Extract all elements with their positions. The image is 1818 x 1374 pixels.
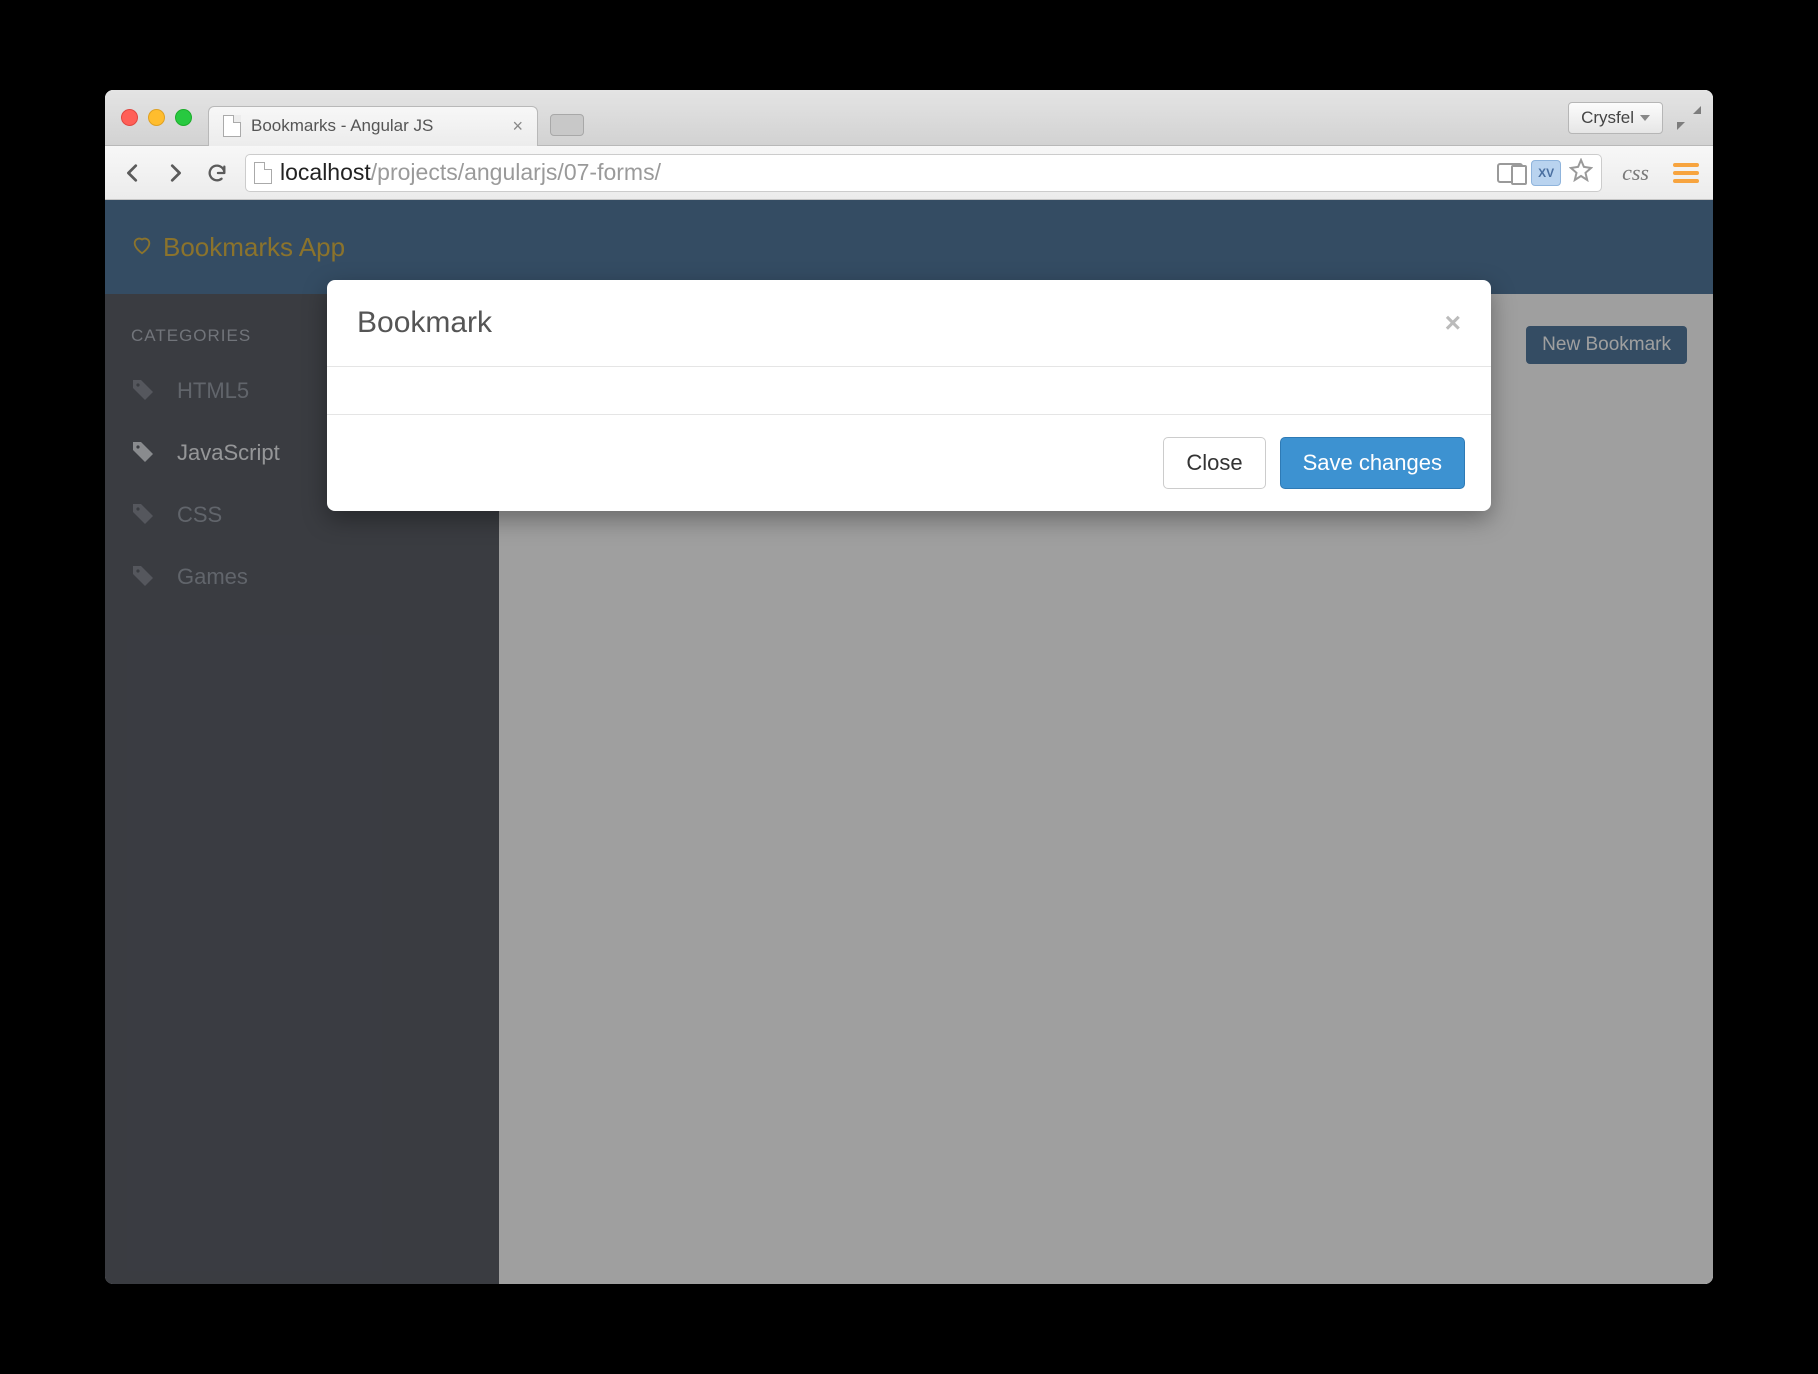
tab-title: Bookmarks - Angular JS <box>251 116 433 136</box>
extension-badge[interactable]: XV <box>1531 160 1561 186</box>
browser-window: Bookmarks - Angular JS × Crysfel localho… <box>105 90 1713 1284</box>
close-icon[interactable]: × <box>1445 307 1461 339</box>
window-controls <box>121 109 192 126</box>
modal-title: Bookmark <box>357 306 492 340</box>
css-extension-icon[interactable]: css <box>1622 160 1649 186</box>
close-tab-icon[interactable]: × <box>512 116 523 137</box>
bookmark-star-icon[interactable] <box>1569 158 1593 188</box>
browser-toolbar: localhost/projects/angularjs/07-forms/ X… <box>105 146 1713 200</box>
page-viewport: CATEGORIES HTML5 JavaScript CSS Games Ne… <box>105 200 1713 1284</box>
devices-icon[interactable] <box>1497 163 1523 183</box>
close-window-button[interactable] <box>121 109 138 126</box>
maximize-window-button[interactable] <box>175 109 192 126</box>
new-tab-button[interactable] <box>550 114 584 136</box>
address-host: localhost <box>280 159 371 185</box>
page-icon <box>223 115 241 137</box>
address-bar[interactable]: localhost/projects/angularjs/07-forms/ X… <box>245 154 1602 192</box>
modal-footer: Close Save changes <box>327 415 1491 511</box>
tab-strip: Bookmarks - Angular JS × Crysfel <box>105 90 1713 146</box>
address-path: /projects/angularjs/07-forms/ <box>371 159 661 185</box>
chevron-down-icon <box>1640 115 1650 121</box>
profile-name: Crysfel <box>1581 108 1634 128</box>
profile-menu-button[interactable]: Crysfel <box>1568 102 1663 134</box>
back-button[interactable] <box>119 159 147 187</box>
save-changes-button[interactable]: Save changes <box>1280 437 1465 489</box>
close-button[interactable]: Close <box>1163 437 1265 489</box>
browser-tab[interactable]: Bookmarks - Angular JS × <box>208 106 538 146</box>
minimize-window-button[interactable] <box>148 109 165 126</box>
fullscreen-icon[interactable] <box>1675 104 1703 132</box>
forward-button[interactable] <box>161 159 189 187</box>
page-icon <box>254 162 272 184</box>
modal-header: Bookmark × <box>327 280 1491 367</box>
menu-icon[interactable] <box>1673 163 1699 183</box>
bookmark-modal: Bookmark × Close Save changes <box>327 280 1491 511</box>
address-text: localhost/projects/angularjs/07-forms/ <box>280 159 661 186</box>
reload-button[interactable] <box>203 159 231 187</box>
modal-body <box>327 367 1491 415</box>
